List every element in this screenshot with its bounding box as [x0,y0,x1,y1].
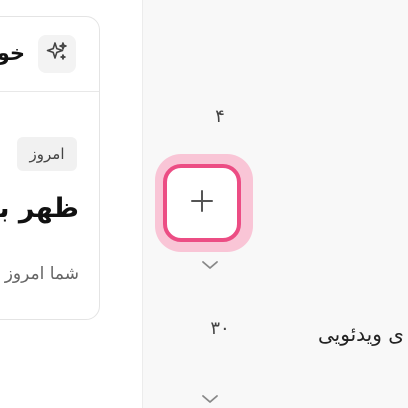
card-header: خو [0,17,99,92]
expand-button[interactable] [200,258,220,270]
count-label-bottom: ۳۰ [210,318,230,339]
sparkles-icon [45,40,69,68]
plus-icon [189,188,215,218]
card-header-title: خو [0,41,25,65]
today-chip: امروز [17,137,77,171]
chevron-down-icon [201,255,219,274]
video-item-label[interactable]: ی ویدئویی [318,322,408,346]
chevron-down-icon [201,389,219,408]
ai-assistant-button[interactable] [38,35,76,73]
daily-summary-card: خو امروز ظهر بخ شما امروز [0,16,100,320]
count-label-top: ۴ [215,106,225,127]
card-subtitle: شما امروز [4,264,79,284]
card-title: ظهر بخ [0,193,79,224]
add-button[interactable] [163,164,241,242]
expand-button-bottom[interactable] [200,392,220,404]
left-pane: خو امروز ظهر بخ شما امروز [0,0,142,408]
